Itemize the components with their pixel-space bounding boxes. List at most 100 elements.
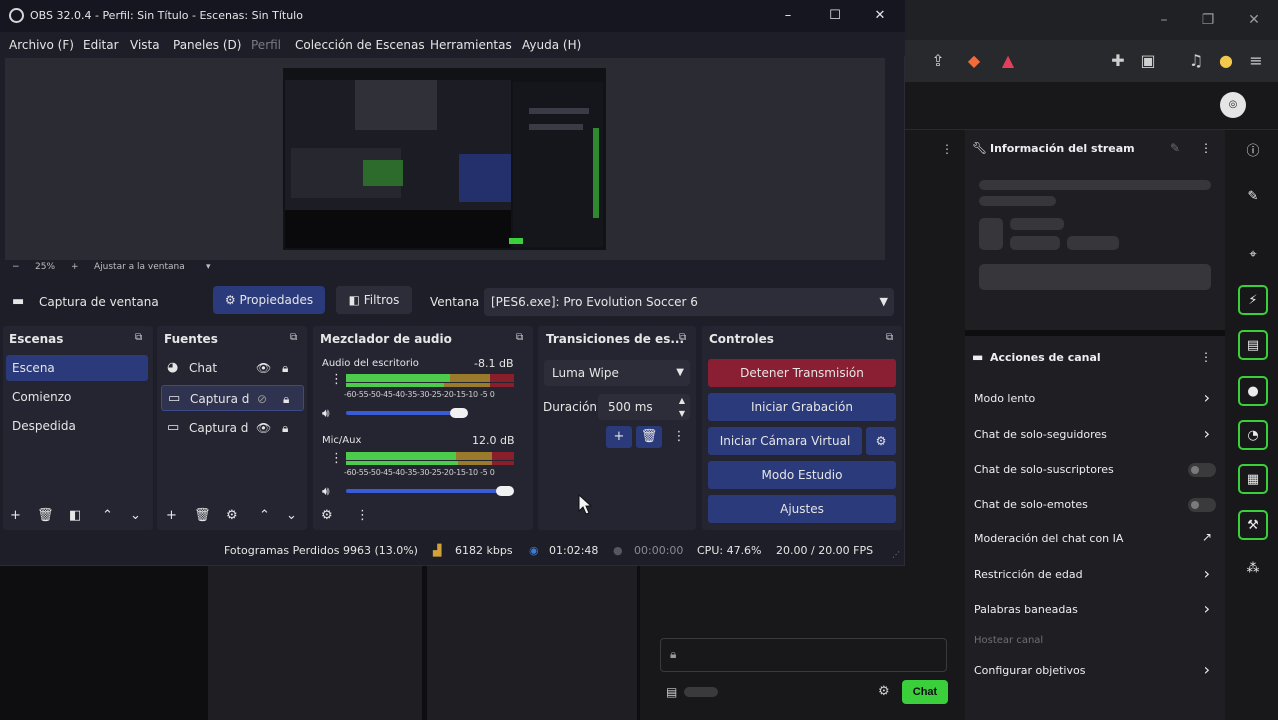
add-transition-button[interactable]: + [606,426,632,448]
action-configure-goals[interactable]: Configurar objetivos › [974,660,1218,682]
chat-bubble-icon[interactable]: ● [1238,376,1268,406]
sidebar-icon[interactable]: ▣ [1137,50,1159,72]
chat-send-button[interactable]: Chat [902,680,948,704]
menu-scene-collection[interactable]: Colección de Escenas [295,38,425,52]
move-down-icon[interactable]: ⌄ [130,508,141,523]
wrench-icon[interactable]: ⚒ [1238,510,1268,540]
eye-icon[interactable]: 👁︎ [256,355,271,381]
speaker-icon[interactable]: 🔊︎ [322,484,330,499]
undock-icon[interactable]: ⧉ [516,332,523,343]
move-down-icon[interactable]: ⌄ [286,508,297,523]
add-scene-button[interactable]: + [10,508,21,523]
info-icon[interactable]: ⓘ [1238,138,1268,168]
action-subscribers-only[interactable]: Chat de solo-suscriptores [974,459,1218,481]
stop-stream-button[interactable]: Detener Transmisión [708,359,896,387]
volume-slider[interactable] [346,489,506,493]
volume-knob[interactable] [450,408,468,418]
points-pill[interactable] [684,687,718,697]
close-icon[interactable]: ✕ [1244,10,1264,30]
stepper-icon[interactable]: ▲ ▼ [679,394,685,420]
more-icon[interactable]: ⋮ [1200,141,1212,155]
extensions-icon[interactable]: ✚ [1107,50,1129,72]
undock-icon[interactable]: ⧉ [135,332,142,343]
transition-menu-icon[interactable]: ⋮ [666,426,692,448]
menu-icon[interactable]: ≡ [1245,50,1267,72]
layout-icon[interactable]: ▦ [1238,464,1268,494]
music-icon[interactable]: ♫ [1185,50,1207,72]
minimize-icon[interactable]: – [778,6,798,26]
brave-rewards-icon[interactable]: ▲ [997,50,1019,72]
toggle-switch[interactable] [1188,463,1216,477]
more-icon[interactable]: ⋮ [1200,350,1212,364]
filters-button[interactable]: ◧ Filtros [336,286,412,314]
gear-icon[interactable]: ⚙ [866,427,896,455]
trash-icon[interactable]: 🗑︎ [37,508,54,523]
edit-icon[interactable]: ✎ [1170,141,1180,155]
menu-view[interactable]: Vista [130,38,160,52]
menu-profile[interactable]: Perfil [251,38,281,52]
scan-icon[interactable]: ⌖ [1238,241,1268,271]
speaker-icon[interactable]: 🔊︎ [322,406,330,421]
share-icon[interactable]: ⁂ [1238,555,1268,585]
menu-docks[interactable]: Paneles (D) [173,38,241,52]
gear-icon[interactable]: ⚙ [226,508,238,523]
resize-grip-icon[interactable]: ⋰ [892,550,900,559]
menu-edit[interactable]: Editar [83,38,119,52]
clock-icon[interactable]: ◔ [1238,420,1268,450]
share-icon[interactable]: ⇪ [927,50,949,72]
store-icon[interactable]: ▤ [666,685,678,699]
add-source-button[interactable]: + [166,508,177,523]
action-age-restriction[interactable]: Restricción de edad › [974,564,1218,586]
pencil-icon[interactable]: ✎ [1238,183,1268,213]
volume-knob[interactable] [496,486,514,496]
source-item[interactable]: ▭ Captura de ⊘ 🔒︎ [161,385,304,411]
zoom-out-button[interactable]: − [12,262,20,272]
channel-menu-icon[interactable]: ⋮ [330,451,343,466]
clipboard-icon[interactable]: ▤ [1238,330,1268,360]
bolt-icon[interactable]: ⚡︎ [1238,285,1268,315]
source-item[interactable]: ▭ Captura de 👁︎ 🔒︎ [161,415,304,441]
fit-window-button[interactable]: Ajustar a la ventana [94,262,185,272]
lock-icon[interactable]: 🔒︎ [283,386,289,412]
zoom-dropdown[interactable]: ▾ [206,262,211,272]
channel-menu-icon[interactable]: ⋮ [330,372,343,387]
move-up-icon[interactable]: ⌃ [259,508,270,523]
brave-shield-icon[interactable]: ◆ [963,50,985,72]
action-followers-only[interactable]: Chat de solo-seguidores › [974,424,1218,446]
mixer-menu-icon[interactable]: ⋮ [356,508,369,523]
avatar[interactable]: ◎ [1220,92,1246,118]
lock-icon[interactable]: 🔒︎ [282,415,288,441]
chat-input[interactable] [660,638,947,672]
menu-help[interactable]: Ayuda (H) [522,38,581,52]
trash-icon[interactable]: 🗑︎ [636,426,662,448]
settings-button[interactable]: Ajustes [708,495,896,523]
action-ai-moderation[interactable]: Moderación del chat con IA ↗ [974,528,1218,550]
more-icon[interactable]: ⋮ [941,142,953,156]
close-icon[interactable]: ✕ [870,6,890,26]
trash-icon[interactable]: 🗑︎ [194,508,211,523]
action-emotes-only[interactable]: Chat de solo-emotes [974,494,1218,516]
minimize-icon[interactable]: – [1154,10,1174,30]
eye-hidden-icon[interactable]: ⊘ [257,386,267,412]
action-banned-words[interactable]: Palabras baneadas › [974,599,1218,621]
zoom-in-button[interactable]: + [71,262,79,272]
studio-mode-button[interactable]: Modo Estudio [708,461,896,489]
undock-icon[interactable]: ⧉ [290,332,297,343]
lock-icon[interactable]: 🔒︎ [282,355,288,381]
source-item[interactable]: ◕ Chat 👁︎ 🔒︎ [161,355,304,381]
start-virtual-camera-button[interactable]: Iniciar Cámara Virtual [708,427,862,455]
undock-icon[interactable]: ⧉ [679,332,686,343]
duration-input[interactable]: 500 ms ▲ ▼ [598,394,690,420]
undock-icon[interactable]: ⧉ [886,332,893,343]
transition-select[interactable]: Luma Wipe ▼ [544,360,690,386]
menu-tools[interactable]: Herramientas [430,38,512,52]
start-recording-button[interactable]: Iniciar Grabación [708,393,896,421]
move-up-icon[interactable]: ⌃ [102,508,113,523]
eye-icon[interactable]: 👁︎ [256,415,271,441]
scene-item[interactable]: Comienzo [6,384,148,410]
menu-file[interactable]: Archivo (F) [9,38,74,52]
window-select[interactable]: [PES6.exe]: Pro Evolution Soccer 6 ▼ [484,288,894,316]
profile-icon[interactable]: ● [1215,50,1237,72]
scene-item[interactable]: Despedida [6,413,148,439]
scene-filters-icon[interactable]: ◧ [69,508,81,523]
